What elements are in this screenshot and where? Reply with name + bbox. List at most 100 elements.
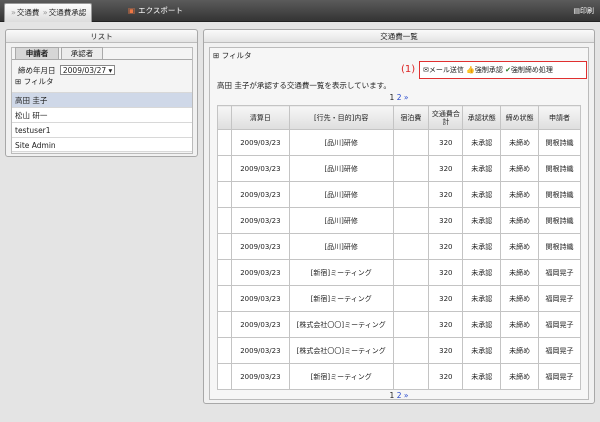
row-select-cell[interactable] xyxy=(217,311,232,338)
cell-closing: 未締め xyxy=(500,155,540,182)
table-row[interactable]: 2009/03/23 [品川]研修 320 未承認 未締め 関根詩織 xyxy=(217,129,581,156)
list-panel: リスト 申請者 承認者 締め年月日 2009/03/27 ▾ ⊞ フィルタ 高田… xyxy=(5,29,198,157)
header-content[interactable]: [行先・目的]内容 xyxy=(288,105,394,130)
cell-total: 320 xyxy=(428,181,464,208)
user-row[interactable]: Site Admin xyxy=(12,137,192,152)
table-row[interactable]: 2009/03/23 [品川]研修 320 未承認 未締め 関根詩織 xyxy=(217,181,581,208)
table-row[interactable]: 2009/03/23 [品川]研修 320 未承認 未締め 関根詩織 xyxy=(217,233,581,260)
cell-approval: 未承認 xyxy=(462,155,502,182)
filter-toggle[interactable]: ⊞ フィルタ xyxy=(15,77,54,87)
row-select-cell[interactable] xyxy=(217,233,232,260)
next-page-link[interactable]: » xyxy=(404,391,409,400)
cell-lodging xyxy=(392,337,430,364)
force-close-label: 強制締め処理 xyxy=(510,66,553,74)
table-row[interactable]: 2009/03/23 [新宿]ミーティング 320 未承認 未締め 福岡晃子 xyxy=(217,363,581,390)
table-row[interactable]: 2009/03/23 [品川]研修 320 未承認 未締め 関根詩織 xyxy=(217,207,581,234)
cell-total: 320 xyxy=(428,363,464,390)
list-panel-title: リスト xyxy=(6,30,197,43)
header-date[interactable]: 清算日 xyxy=(230,105,290,130)
row-select-cell[interactable] xyxy=(217,285,232,312)
cell-content: [品川]研修 xyxy=(288,129,394,156)
export-icon: ▣ xyxy=(128,6,136,15)
page-link[interactable]: 1 xyxy=(390,93,395,102)
cell-applicant: 関根詩織 xyxy=(538,155,581,182)
printer-icon: ▤ xyxy=(573,7,580,15)
cell-total: 320 xyxy=(428,155,464,182)
cell-closing: 未締め xyxy=(500,233,540,260)
cell-lodging xyxy=(392,285,430,312)
cell-content: [品川]研修 xyxy=(288,155,394,182)
filter-toggle[interactable]: ⊞ フィルタ xyxy=(213,51,252,61)
header-closing[interactable]: 締め状態 xyxy=(500,105,540,130)
cell-content: [品川]研修 xyxy=(288,181,394,208)
tab-label: 交通費承認 xyxy=(48,8,87,17)
table-row[interactable]: 2009/03/23 [株式会社〇〇]ミーティング 320 未承認 未締め 福岡晃子 xyxy=(217,311,581,338)
cell-approval: 未承認 xyxy=(462,285,502,312)
tab-prefix-label: 交通費 xyxy=(16,8,40,17)
cell-applicant: 福岡晃子 xyxy=(538,337,581,364)
tab-export-label: エクスポート xyxy=(138,6,183,15)
top-bar: »交通費 »交通費承認 ▣ エクスポート ▤印刷 xyxy=(0,0,600,22)
tab-transport-approval[interactable]: »交通費 »交通費承認 xyxy=(4,3,93,22)
closing-date-label: 締め年月日 xyxy=(18,66,56,75)
cell-lodging xyxy=(392,311,430,338)
page-link[interactable]: 1 xyxy=(390,391,395,400)
closing-date-value: 2009/03/27 xyxy=(62,66,107,75)
page-link[interactable]: 2 xyxy=(397,391,402,400)
tab-approver[interactable]: 承認者 xyxy=(61,47,103,59)
tab-applicant[interactable]: 申請者 xyxy=(15,47,59,59)
cell-applicant: 福岡晃子 xyxy=(538,311,581,338)
row-select-cell[interactable] xyxy=(217,207,232,234)
cell-content: [新宿]ミーティング xyxy=(288,259,394,286)
row-select-cell[interactable] xyxy=(217,181,232,208)
row-select-cell[interactable] xyxy=(217,363,232,390)
row-select-cell[interactable] xyxy=(217,337,232,364)
cell-applicant: 福岡晃子 xyxy=(538,259,581,286)
cell-lodging xyxy=(392,181,430,208)
cell-approval: 未承認 xyxy=(462,259,502,286)
cell-lodging xyxy=(392,259,430,286)
action-buttons: ✉メール送信 👍強制承認 ✔強制締め処理 xyxy=(419,61,587,79)
cell-approval: 未承認 xyxy=(462,311,502,338)
cell-total: 320 xyxy=(428,259,464,286)
mail-send-button[interactable]: ✉メール送信 xyxy=(423,66,464,74)
tab-export[interactable]: ▣ エクスポート xyxy=(128,5,183,17)
cell-total: 320 xyxy=(428,129,464,156)
row-select-cell[interactable] xyxy=(217,259,232,286)
cell-date: 2009/03/23 xyxy=(230,207,290,234)
row-select-cell[interactable] xyxy=(217,129,232,156)
force-approve-button[interactable]: 👍強制承認 xyxy=(466,66,503,74)
table-row[interactable]: 2009/03/23 [品川]研修 320 未承認 未締め 関根詩織 xyxy=(217,155,581,182)
closing-date-row: 締め年月日 2009/03/27 ▾ xyxy=(18,65,116,76)
header-approval[interactable]: 承認状態 xyxy=(462,105,502,130)
cell-closing: 未締め xyxy=(500,363,540,390)
user-row[interactable]: 松山 研一 xyxy=(12,107,192,122)
table-row[interactable]: 2009/03/23 [新宿]ミーティング 320 未承認 未締め 福岡晃子 xyxy=(217,285,581,312)
next-page-link[interactable]: » xyxy=(404,93,409,102)
user-row[interactable]: testuser1 xyxy=(12,122,192,137)
header-applicant[interactable]: 申請者 xyxy=(538,105,581,130)
table-row[interactable]: 2009/03/23 [株式会社〇〇]ミーティング 320 未承認 未締め 福岡晃子 xyxy=(217,337,581,364)
expense-table: 清算日 [行先・目的]内容 宿泊費 交通費合計 承認状態 締め状態 申請者 20… xyxy=(217,105,581,390)
filter-label: フィルタ xyxy=(221,51,252,60)
cell-date: 2009/03/23 xyxy=(230,311,290,338)
header-total[interactable]: 交通費合計 xyxy=(428,105,464,130)
page-link[interactable]: 2 xyxy=(397,93,402,102)
table-row[interactable]: 2009/03/23 [新宿]ミーティング 320 未承認 未締め 福岡晃子 xyxy=(217,259,581,286)
cell-content: [株式会社〇〇]ミーティング xyxy=(288,311,394,338)
user-row[interactable]: 高田 圭子 xyxy=(12,92,192,107)
cell-total: 320 xyxy=(428,285,464,312)
cell-applicant: 関根詩織 xyxy=(538,207,581,234)
cell-date: 2009/03/23 xyxy=(230,181,290,208)
mail-send-label: メール送信 xyxy=(428,66,464,74)
force-close-button[interactable]: ✔強制締め処理 xyxy=(505,66,553,74)
print-button[interactable]: ▤印刷 xyxy=(573,6,594,16)
row-select-cell[interactable] xyxy=(217,155,232,182)
closing-date-select[interactable]: 2009/03/27 ▾ xyxy=(59,65,116,75)
header-lodging[interactable]: 宿泊費 xyxy=(392,105,430,130)
expense-list-panel: 交通費一覧 ⊞ フィルタ (1) ✉メール送信 👍強制承認 ✔強制締め処理 高田… xyxy=(203,29,595,404)
cell-date: 2009/03/23 xyxy=(230,337,290,364)
expense-list-title: 交通費一覧 xyxy=(204,30,594,43)
cell-total: 320 xyxy=(428,311,464,338)
cell-closing: 未締め xyxy=(500,181,540,208)
